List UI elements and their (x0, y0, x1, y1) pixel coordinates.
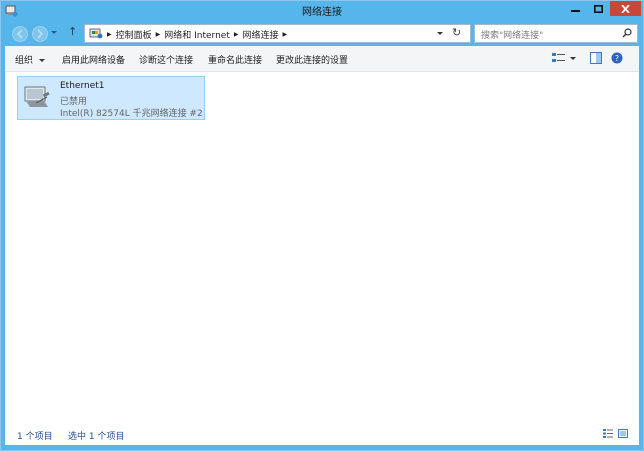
search-icon[interactable] (622, 28, 632, 38)
organize-menu[interactable]: 组织 (15, 53, 46, 66)
window-title: 网络连接 (302, 7, 342, 18)
refresh-button[interactable]: ↻ (452, 26, 461, 39)
breadcrumb: ▶ 控制面板 ▶ 网络和 Internet ▶ 网络连接 ▶ (107, 28, 287, 41)
help-icon[interactable]: ? (611, 52, 623, 64)
address-dropdown-button[interactable] (437, 32, 443, 35)
selected-count: 选中 1 个项目 (68, 432, 125, 442)
list-item[interactable]: Ethernet1 已禁用 Intel(R) 82574L 千兆网络连接 #2 (17, 76, 205, 120)
address-bar[interactable]: ▶ 控制面板 ▶ 网络和 Internet ▶ 网络连接 ▶ ↻ (84, 24, 471, 43)
connection-name: Ethernet1 (60, 81, 105, 91)
minimize-button[interactable] (564, 1, 587, 16)
svg-text:?: ? (615, 54, 619, 63)
details-view-icon[interactable] (603, 429, 613, 438)
forward-button[interactable] (32, 26, 48, 42)
title-bar: 网络连接 (1, 1, 643, 21)
change-view-icon[interactable] (552, 52, 566, 64)
control-panel-icon (89, 28, 103, 39)
connection-device: Intel(R) 82574L 千兆网络连接 #2 (60, 109, 203, 119)
back-arrow-icon (16, 29, 23, 39)
item-count: 1 个项目 (17, 432, 53, 442)
preview-pane-icon[interactable] (590, 52, 602, 64)
recent-locations-dropdown[interactable] (51, 31, 57, 34)
breadcrumb-separator-icon[interactable]: ▶ (107, 31, 112, 38)
refresh-icon: ↻ (452, 26, 462, 39)
close-button[interactable] (610, 1, 641, 16)
minimize-icon (571, 9, 580, 12)
change-settings-button[interactable]: 更改此连接的设置 (276, 53, 348, 66)
diagnose-button[interactable]: 诊断这个连接 (139, 53, 193, 66)
breadcrumb-separator-icon[interactable]: ▶ (234, 31, 239, 38)
maximize-icon (593, 4, 603, 13)
organize-label: 组织 (15, 56, 34, 66)
search-input[interactable]: 搜索"网络连接" (474, 24, 638, 43)
maximize-button[interactable] (587, 1, 609, 16)
status-bar: 1 个项目 选中 1 个项目 (5, 423, 639, 445)
breadcrumb-separator-icon[interactable]: ▶ (283, 31, 288, 38)
enable-device-button[interactable]: 启用此网络设备 (62, 53, 125, 66)
connections-list: Ethernet1 已禁用 Intel(R) 82574L 千兆网络连接 #2 (5, 72, 639, 423)
chevron-down-icon (39, 59, 46, 62)
search-placeholder: 搜索"网络连接" (481, 31, 544, 41)
rename-button[interactable]: 重命名此连接 (208, 53, 262, 66)
breadcrumb-separator-icon[interactable]: ▶ (156, 31, 161, 38)
network-adapter-icon (24, 86, 50, 107)
back-button[interactable] (12, 26, 28, 42)
breadcrumb-control-panel[interactable]: 控制面板 (116, 28, 152, 41)
view-options-dropdown[interactable] (570, 57, 576, 60)
window-frame: 网络连接 ↑ ▶ 控制面板 ▶ 网络和 Internet ▶ 网络连接 ▶ ↻ … (0, 0, 644, 451)
up-button[interactable]: ↑ (68, 25, 77, 38)
address-row: ↑ ▶ 控制面板 ▶ 网络和 Internet ▶ 网络连接 ▶ ↻ 搜索"网络… (5, 21, 639, 46)
breadcrumb-network-internet[interactable]: 网络和 Internet (164, 28, 230, 41)
forward-arrow-icon (37, 29, 44, 39)
command-bar: 组织 启用此网络设备 诊断这个连接 重命名此连接 更改此连接的设置 ? (5, 46, 639, 72)
large-icons-view-icon[interactable] (618, 429, 628, 438)
up-arrow-icon: ↑ (68, 25, 78, 38)
close-icon (621, 4, 630, 13)
breadcrumb-network-connections[interactable]: 网络连接 (243, 28, 279, 41)
